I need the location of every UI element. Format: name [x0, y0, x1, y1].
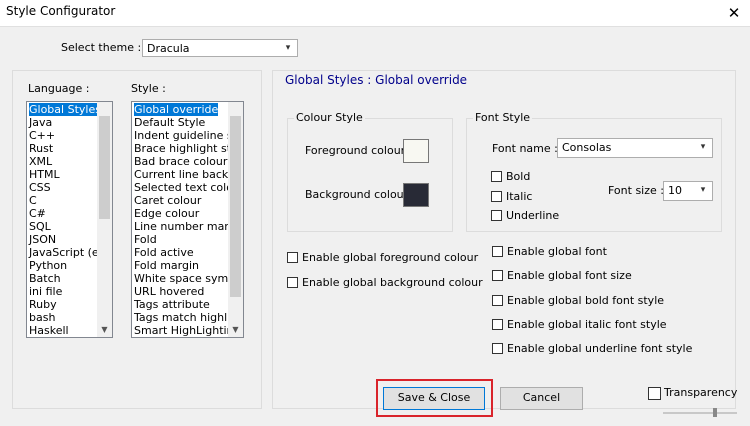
language-list-item[interactable]: Haskell — [29, 324, 69, 337]
scroll-down-icon[interactable]: ▼ — [97, 323, 112, 337]
style-list-item[interactable]: Edge colour — [134, 207, 199, 220]
transparency-slider-thumb[interactable] — [713, 408, 717, 417]
language-list-item[interactable]: JavaScript (er — [29, 246, 103, 259]
font-name-label: Font name : — [492, 142, 558, 155]
enable-global-bg-label: Enable global background colour — [302, 276, 483, 289]
background-colour-label: Background colour — [305, 188, 409, 201]
font-name-select[interactable]: Consolas ▾ — [557, 138, 713, 158]
font-size-label: Font size : — [608, 184, 664, 197]
style-list-item[interactable]: Selected text colou — [134, 181, 240, 194]
enable-global-bg-checkbox[interactable] — [287, 277, 298, 288]
language-list-item[interactable]: bash — [29, 311, 55, 324]
transparency-slider-track[interactable] — [663, 412, 737, 414]
style-list-item[interactable]: Indent guideline sty — [134, 129, 243, 142]
style-list-item[interactable]: Global override — [134, 103, 219, 116]
language-list-item[interactable]: C# — [29, 207, 46, 220]
language-list-item[interactable]: SQL — [29, 220, 51, 233]
style-list-item[interactable]: Default Style — [134, 116, 205, 129]
language-scrollbar[interactable]: ▼ — [97, 102, 112, 337]
font-name-value: Consolas — [562, 141, 612, 154]
panel-title: Global Styles : Global override — [285, 73, 468, 87]
colour-style-group — [287, 118, 453, 232]
enable-global-font-label: Enable global font — [507, 245, 607, 258]
language-list-item[interactable]: CSS — [29, 181, 51, 194]
background-colour-swatch[interactable] — [403, 183, 429, 207]
language-list-item[interactable]: C — [29, 194, 37, 207]
enable-global-fg-checkbox[interactable] — [287, 252, 298, 263]
font-size-value: 10 — [668, 184, 682, 197]
language-list-item[interactable]: Rust — [29, 142, 53, 155]
style-scroll-thumb[interactable] — [230, 116, 241, 297]
enable-global-italic-checkbox[interactable] — [492, 319, 503, 330]
chevron-down-icon: ▾ — [700, 142, 706, 152]
bold-label: Bold — [506, 170, 531, 183]
enable-global-font-size-label: Enable global font size — [507, 269, 632, 282]
window-title: Style Configurator — [6, 4, 116, 18]
colour-style-legend: Colour Style — [294, 111, 365, 124]
foreground-colour-label: Foreground colour — [305, 144, 406, 157]
language-list[interactable]: Global Styles Java C++ Rust XML HTML CSS C C# SQL… — [26, 101, 113, 338]
enable-global-font-size-checkbox[interactable] — [492, 270, 503, 281]
style-list-item[interactable]: Tags attribute — [134, 298, 210, 311]
font-style-legend: Font Style — [473, 111, 533, 124]
theme-label: Select theme : — [61, 41, 142, 54]
close-icon[interactable]: ✕ — [723, 3, 745, 23]
style-list-item[interactable]: Bad brace colour — [134, 155, 227, 168]
transparency-checkbox[interactable] — [648, 387, 661, 400]
font-size-select[interactable]: 10 ▾ — [663, 181, 713, 201]
style-list-item[interactable]: Current line backgr — [134, 168, 240, 181]
font-style-group — [466, 118, 722, 232]
language-list-item[interactable]: XML — [29, 155, 52, 168]
style-list-item[interactable]: URL hovered — [134, 285, 204, 298]
style-list-item[interactable]: White space symbo — [134, 272, 242, 285]
scroll-down-icon[interactable]: ▼ — [228, 323, 243, 337]
style-scrollbar[interactable]: ▼ — [228, 102, 243, 337]
transparency-label: Transparency — [664, 386, 738, 399]
chevron-down-icon: ▾ — [285, 43, 291, 53]
cancel-button[interactable]: Cancel — [500, 387, 583, 410]
enable-global-underline-checkbox[interactable] — [492, 343, 503, 354]
language-scroll-thumb[interactable] — [99, 116, 110, 219]
language-list-item[interactable]: Java — [29, 116, 52, 129]
theme-value: Dracula — [147, 42, 190, 55]
language-list-item[interactable]: Batch — [29, 272, 61, 285]
enable-global-font-checkbox[interactable] — [492, 246, 503, 257]
language-list-item[interactable]: JSON — [29, 233, 56, 246]
enable-global-fg-label: Enable global foreground colour — [302, 251, 479, 264]
theme-select[interactable]: Dracula ▾ — [142, 39, 298, 57]
underline-label: Underline — [506, 209, 560, 222]
language-list-item[interactable]: Python — [29, 259, 67, 272]
italic-checkbox[interactable] — [491, 191, 502, 202]
enable-global-bold-checkbox[interactable] — [492, 295, 503, 306]
language-list-item[interactable]: C++ — [29, 129, 55, 142]
title-bar: Style Configurator ✕ — [0, 0, 750, 27]
style-list-item[interactable]: Fold margin — [134, 259, 199, 272]
italic-label: Italic — [506, 190, 533, 203]
language-list-item[interactable]: ini file — [29, 285, 62, 298]
style-list[interactable]: Global override Default Style Indent guide… — [131, 101, 244, 338]
style-list-item[interactable]: Fold — [134, 233, 157, 246]
language-list-item[interactable]: Global Styles — [29, 103, 101, 116]
chevron-down-icon: ▾ — [700, 185, 706, 195]
style-list-item[interactable]: Fold active — [134, 246, 194, 259]
enable-global-underline-label: Enable global underline font style — [507, 342, 693, 355]
style-list-item[interactable]: Caret colour — [134, 194, 201, 207]
style-list-item[interactable]: Smart HighLighting — [134, 324, 241, 337]
language-list-item[interactable]: HTML — [29, 168, 60, 181]
language-list-item[interactable]: Ruby — [29, 298, 57, 311]
language-header: Language : — [28, 82, 90, 95]
enable-global-bold-label: Enable global bold font style — [507, 294, 665, 307]
underline-checkbox[interactable] — [491, 210, 502, 221]
save-close-button[interactable]: Save & Close — [383, 387, 485, 410]
bold-checkbox[interactable] — [491, 171, 502, 182]
foreground-colour-swatch[interactable] — [403, 139, 429, 163]
style-header: Style : — [131, 82, 166, 95]
enable-global-italic-label: Enable global italic font style — [507, 318, 667, 331]
